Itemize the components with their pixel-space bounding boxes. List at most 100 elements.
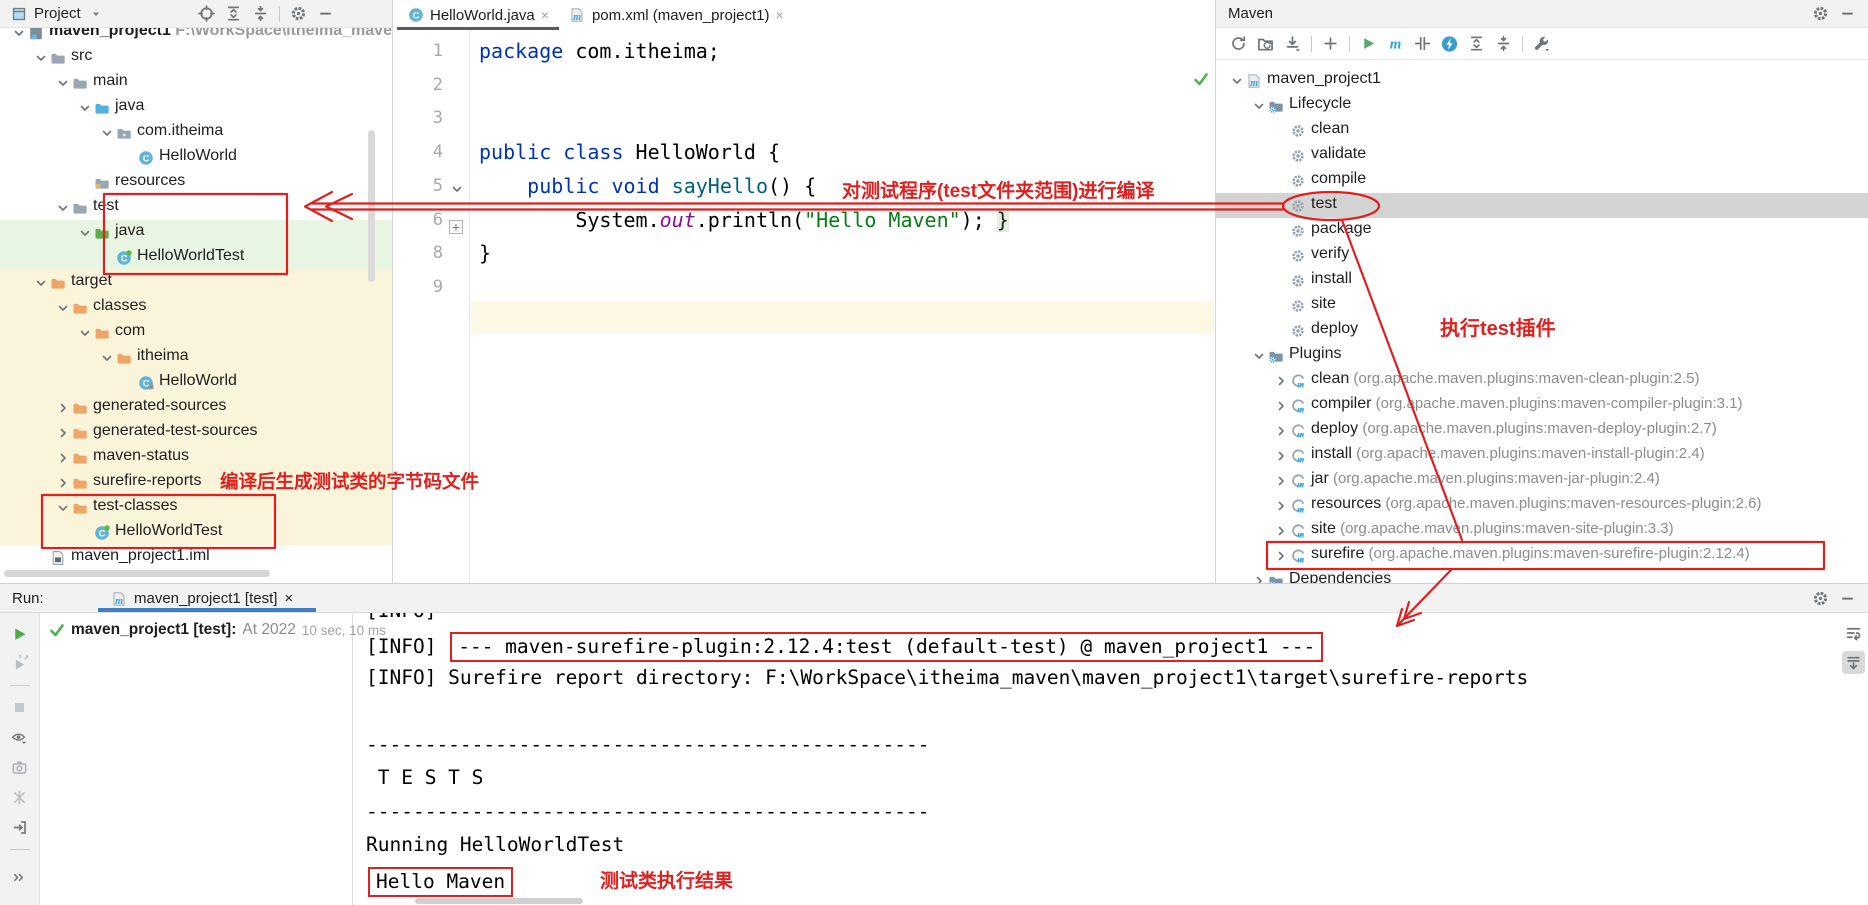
- reload-icon[interactable]: [1230, 35, 1247, 52]
- chevron-right-icon[interactable]: [1272, 522, 1289, 539]
- project-tree-item-helloworld[interactable]: CHelloWorld: [0, 145, 392, 170]
- skip-tests-icon[interactable]: [1441, 35, 1458, 52]
- chevron-right-icon[interactable]: [54, 449, 71, 466]
- maven-tree-item-deploy[interactable]: mdeploy (org.apache.maven.plugins:maven-…: [1216, 418, 1868, 443]
- test-history-icon[interactable]: [11, 789, 28, 806]
- project-panel-title[interactable]: Project: [34, 5, 81, 22]
- project-tree-item-helloworldtest[interactable]: CHelloWorldTest: [0, 245, 392, 270]
- soft-wrap-icon[interactable]: [1845, 624, 1862, 641]
- chevron-right-icon[interactable]: [54, 424, 71, 441]
- close-icon[interactable]: ×: [284, 590, 293, 607]
- chevron-right-icon[interactable]: [1250, 572, 1267, 583]
- more-icon[interactable]: [11, 869, 28, 886]
- project-tree-item-maven-project1[interactable]: maven_project1 F:\WorkSpace\itheima_mave…: [0, 28, 392, 45]
- chevron-down-icon[interactable]: [10, 28, 27, 41]
- hide-icon[interactable]: [317, 5, 334, 22]
- run-console[interactable]: [INFO][INFO] --- maven-surefire-plugin:2…: [354, 613, 1840, 905]
- maven-tree-item-verify[interactable]: verify: [1216, 243, 1868, 268]
- maven-tree-item-dependencies[interactable]: Dependencies: [1216, 568, 1868, 583]
- add-icon[interactable]: [1322, 35, 1339, 52]
- chevron-down-icon[interactable]: [76, 99, 93, 116]
- hide-icon[interactable]: [1839, 590, 1856, 607]
- project-tree-item-itheima[interactable]: itheima: [0, 345, 392, 370]
- hide-icon[interactable]: [1839, 5, 1856, 22]
- editor-tab-helloworld-java[interactable]: CHelloWorld.java×: [397, 0, 559, 30]
- project-tree-item-com[interactable]: com: [0, 320, 392, 345]
- chevron-down-icon[interactable]: [54, 499, 71, 516]
- chevron-right-icon[interactable]: [1272, 397, 1289, 414]
- chevron-right-icon[interactable]: [54, 474, 71, 491]
- project-tree-item-maven-status[interactable]: maven-status: [0, 445, 392, 470]
- maven-tree-item-resources[interactable]: mresources (org.apache.maven.plugins:mav…: [1216, 493, 1868, 518]
- maven-tree-item-validate[interactable]: validate: [1216, 143, 1868, 168]
- maven-tree-item-compile[interactable]: compile: [1216, 168, 1868, 193]
- rerun-failed-icon[interactable]: [11, 655, 28, 672]
- stop-icon[interactable]: [11, 699, 28, 716]
- generate-sources-icon[interactable]: [1257, 35, 1274, 52]
- chevron-down-icon[interactable]: [32, 274, 49, 291]
- maven-tree-item-compiler[interactable]: mcompiler (org.apache.maven.plugins:mave…: [1216, 393, 1868, 418]
- chevron-down-icon[interactable]: [88, 5, 105, 22]
- maven-tree-item-surefire[interactable]: msurefire (org.apache.maven.plugins:mave…: [1216, 543, 1868, 568]
- close-icon[interactable]: ×: [776, 7, 784, 23]
- chevron-down-icon[interactable]: [1250, 97, 1267, 114]
- download-sources-icon[interactable]: [1284, 35, 1301, 52]
- chevron-right-icon[interactable]: [1272, 422, 1289, 439]
- rerun-icon[interactable]: [11, 625, 28, 642]
- editor-tab-pom-xml[interactable]: mpom.xml (maven_project1)×: [559, 0, 794, 30]
- toggle-offline-icon[interactable]: [1414, 35, 1431, 52]
- maven-tree-item-maven-project1[interactable]: mmaven_project1: [1216, 68, 1868, 93]
- chevron-down-icon[interactable]: [1228, 72, 1245, 89]
- chevron-down-icon[interactable]: [32, 49, 49, 66]
- run-icon[interactable]: [1360, 35, 1377, 52]
- chevron-down-icon[interactable]: [1250, 347, 1267, 364]
- chevron-right-icon[interactable]: [54, 399, 71, 416]
- scroll-to-end-icon[interactable]: [1842, 651, 1865, 674]
- expand-all-icon[interactable]: [1468, 35, 1485, 52]
- chevron-right-icon[interactable]: [1272, 547, 1289, 564]
- project-tree-item-test[interactable]: test: [0, 195, 392, 220]
- project-tree-item-src[interactable]: src: [0, 45, 392, 70]
- project-tree-item-target[interactable]: target: [0, 270, 392, 295]
- chevron-down-icon[interactable]: [76, 324, 93, 341]
- collapse-all-icon[interactable]: [1495, 35, 1512, 52]
- fold-expand-icon[interactable]: +: [449, 212, 464, 227]
- chevron-right-icon[interactable]: [1272, 497, 1289, 514]
- maven-tree-item-clean[interactable]: clean: [1216, 118, 1868, 143]
- project-vertical-scrollbar[interactable]: [368, 130, 375, 282]
- project-tree-item-generated-sources[interactable]: generated-sources: [0, 395, 392, 420]
- project-tree-item-test-classes[interactable]: test-classes: [0, 495, 392, 520]
- chevron-down-icon[interactable]: [98, 124, 115, 141]
- project-tree-item-classes[interactable]: classes: [0, 295, 392, 320]
- project-tree-item-main[interactable]: main: [0, 70, 392, 95]
- maven-tree-item-install[interactable]: install: [1216, 268, 1868, 293]
- show-passed-icon[interactable]: [11, 729, 28, 746]
- settings-icon[interactable]: [1812, 590, 1829, 607]
- project-tree-item-resources[interactable]: resources: [0, 170, 392, 195]
- maven-tree-item-package[interactable]: package: [1216, 218, 1868, 243]
- code-editor[interactable]: 1package com.itheima;234public class Hel…: [393, 30, 1215, 583]
- maven-tree-item-test[interactable]: test: [1216, 193, 1868, 218]
- settings-wrench-icon[interactable]: [1533, 35, 1550, 52]
- project-tree-item-generated-test-sources[interactable]: generated-test-sources: [0, 420, 392, 445]
- close-icon[interactable]: ×: [541, 7, 549, 23]
- exit-icon[interactable]: [11, 819, 28, 836]
- console-horizontal-scrollbar[interactable]: [415, 898, 583, 904]
- run-status-line[interactable]: maven_project1 [test]: At 2022 10 sec, 1…: [48, 621, 386, 639]
- project-tree-item-helloworld[interactable]: CHelloWorld: [0, 370, 392, 395]
- project-tree-item-maven-project1-iml[interactable]: maven_project1.iml: [0, 545, 392, 570]
- fold-arrow-icon[interactable]: [449, 178, 464, 193]
- chevron-down-icon[interactable]: [54, 199, 71, 216]
- collapse-all-icon[interactable]: [252, 5, 269, 22]
- locate-icon[interactable]: [198, 5, 215, 22]
- execute-goal-icon[interactable]: m: [1387, 35, 1404, 52]
- project-tree-item-helloworldtest[interactable]: CHelloWorldTest: [0, 520, 392, 545]
- project-tree-item-java[interactable]: java: [0, 220, 392, 245]
- chevron-right-icon[interactable]: [1272, 447, 1289, 464]
- maven-tree-item-lifecycle[interactable]: Lifecycle: [1216, 93, 1868, 118]
- maven-tree-item-jar[interactable]: mjar (org.apache.maven.plugins:maven-jar…: [1216, 468, 1868, 493]
- project-horizontal-scrollbar[interactable]: [4, 570, 270, 577]
- project-tree-item-java[interactable]: java: [0, 95, 392, 120]
- chevron-right-icon[interactable]: [1272, 472, 1289, 489]
- chevron-right-icon[interactable]: [1272, 372, 1289, 389]
